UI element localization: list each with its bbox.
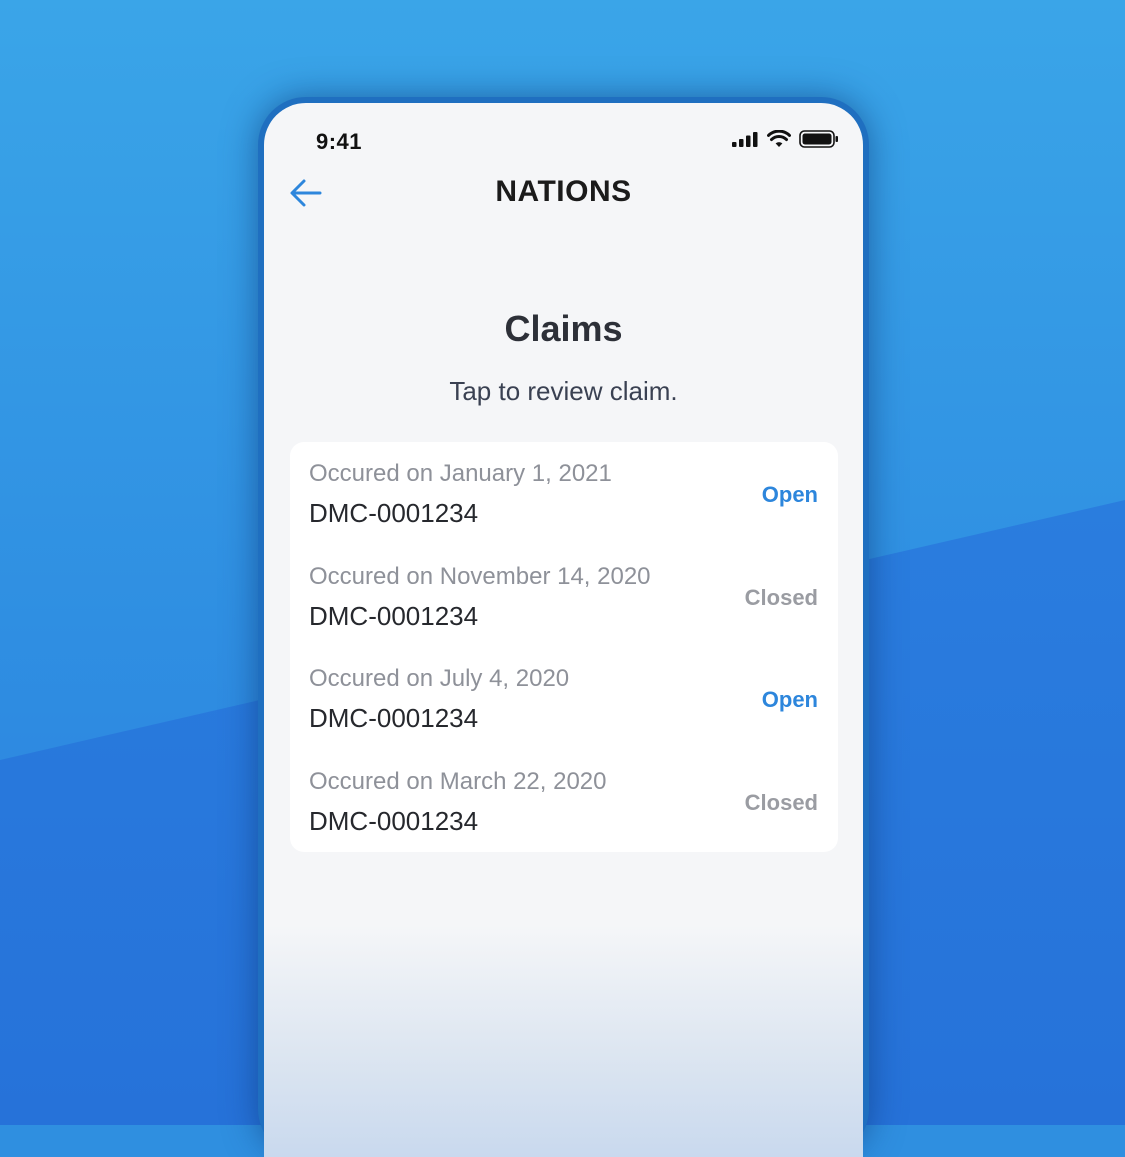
claim-item[interactable]: Occured on July 4, 2020 DMC-0001234 Open — [290, 647, 838, 749]
nav-bar: NATIONS — [264, 163, 863, 227]
claim-status-badge: Open — [761, 687, 818, 712]
battery-icon — [799, 130, 838, 148]
claim-date: Occured on July 4, 2020 — [309, 665, 570, 692]
phone-screen: 9:41 NATIONS Claims Tap to review claim.… — [264, 103, 863, 1157]
status-icons — [731, 130, 839, 148]
claim-date: Occured on March 22, 2020 — [309, 768, 607, 795]
phone-frame: 9:41 NATIONS Claims Tap to review claim.… — [258, 97, 869, 1157]
claim-item[interactable]: Occured on March 22, 2020 DMC-0001234 Cl… — [290, 750, 838, 852]
brand-logo: NATIONS — [495, 175, 632, 208]
status-time: 9:41 — [316, 129, 363, 154]
claim-item[interactable]: Occured on November 14, 2020 DMC-0001234… — [290, 545, 838, 647]
claim-id: DMC-0001234 — [309, 703, 479, 733]
claim-date: Occured on January 1, 2021 — [309, 460, 612, 487]
claim-date: Occured on November 14, 2020 — [309, 563, 651, 590]
signal-icon — [732, 132, 758, 147]
claim-status-badge: Closed — [744, 585, 818, 610]
claim-item[interactable]: Occured on January 1, 2021 DMC-0001234 O… — [290, 442, 838, 544]
page-subtitle: Tap to review claim. — [449, 376, 678, 406]
claim-id: DMC-0001234 — [309, 806, 479, 836]
claims-list: Occured on January 1, 2021 DMC-0001234 O… — [290, 442, 838, 852]
claim-status-badge: Closed — [744, 790, 818, 815]
claim-status-badge: Open — [761, 482, 818, 507]
page-title: Claims — [504, 308, 623, 349]
wifi-icon — [767, 130, 791, 147]
claim-id: DMC-0001234 — [309, 498, 479, 528]
claim-id: DMC-0001234 — [309, 601, 479, 631]
